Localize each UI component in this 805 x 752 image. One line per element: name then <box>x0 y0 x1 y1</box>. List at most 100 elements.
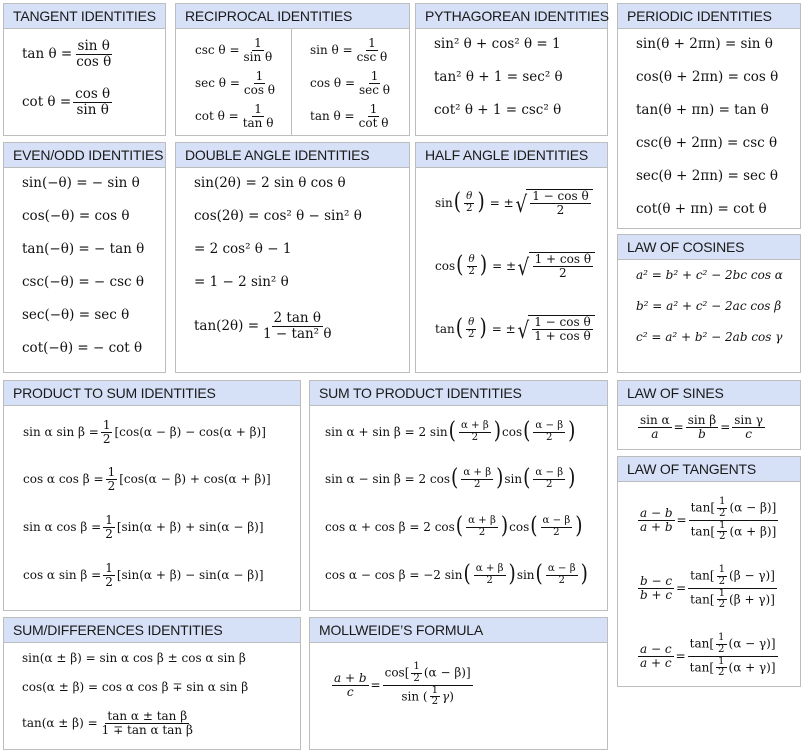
lhs: cos θ = <box>310 76 356 90</box>
numerator: α − β <box>533 466 566 480</box>
equation: sin(2θ) = 2 sin θ cos θ <box>194 175 346 191</box>
denominator: 2 <box>467 328 475 340</box>
equals-sign: = <box>673 420 684 434</box>
law-of-cosines-panel: LAW OF COSINES a² = b² + c² − 2bc cos α … <box>617 234 801 373</box>
denominator: sin θ <box>243 49 273 64</box>
equation: c² = a² + b² − 2ab cos γ <box>636 330 783 344</box>
equation: a + bc = cos[1 2 (α − β)] sin (1 2 γ) <box>332 661 473 708</box>
panel-title: MOLLWEIDE’S FORMULA <box>310 618 607 643</box>
numerator: 1 <box>252 35 264 51</box>
numerator: θ <box>464 190 475 204</box>
function: cos <box>384 665 405 680</box>
panel-title: EVEN/ODD IDENTITIES <box>4 143 165 168</box>
numerator: sin α <box>638 412 672 428</box>
equation: cos α + cos β = 2 cos (α + β 2) cos (α − … <box>325 512 583 539</box>
rhs: [cos(α − β) − cos(α + β)] <box>114 425 266 439</box>
denominator: 2 <box>102 431 111 446</box>
denominator: cos θ <box>76 53 112 70</box>
numerator: α + β <box>458 419 491 433</box>
half-angle-identities-panel: HALF ANGLE IDENTITIES sin (θ 2) = ± √ 1 − … <box>415 142 608 373</box>
denominator: c <box>745 426 752 441</box>
numerator: 1 − cos θ <box>532 315 593 330</box>
numerator: sin θ <box>75 38 112 55</box>
function: tan <box>690 592 710 607</box>
numerator: a − b <box>638 505 675 521</box>
denominator: cos θ <box>243 82 276 97</box>
equation: cot θ = cos θ sin θ <box>22 87 114 117</box>
lhs: sin α + sin β = 2 sin <box>325 425 448 439</box>
denominator: a + b <box>640 519 673 534</box>
law-of-tangents-panel: LAW OF TANGENTS a − ba + b = tan[1 2 (α − … <box>617 456 801 687</box>
periodic-identities-panel: PERIODIC IDENTITIES sin(θ + 2πn) = sin θ… <box>617 3 801 229</box>
equation: cos(2θ) = cos² θ − sin² θ <box>194 208 362 224</box>
equation: sec(−θ) = sec θ <box>22 307 130 323</box>
lhs: sec θ = <box>195 76 240 90</box>
denominator: a <box>651 426 659 441</box>
panel-title: PERIODIC IDENTITIES <box>618 4 800 29</box>
lhs: csc θ = <box>195 43 240 57</box>
equation: csc(θ + 2πn) = csc θ <box>636 135 778 151</box>
function: sin <box>435 196 453 210</box>
function: sin <box>504 472 523 486</box>
lhs: cot θ = <box>22 94 72 110</box>
denominator: 2 <box>105 574 113 589</box>
function: cos <box>502 425 523 439</box>
numerator: 1 <box>103 560 115 576</box>
function: tan <box>435 322 455 336</box>
function: tan <box>689 660 710 675</box>
lhs: sin α cos β = <box>23 520 102 534</box>
equation: cos (θ 2) = ± √ 1 + cos θ2 <box>435 243 596 289</box>
equation: sin α + sin β = 2 sin (α + β 2) cos (α − … <box>325 417 576 444</box>
denominator: 2 <box>478 526 486 538</box>
rhs: [cos(α − β) + cos(α + β)] <box>119 472 271 486</box>
double-angle-identities-panel: DOUBLE ANGLE IDENTITIES sin(2θ) = 2 sin … <box>175 142 410 373</box>
function: tan <box>690 500 711 515</box>
panel-title: LAW OF COSINES <box>618 235 800 260</box>
numerator: 2 tan θ <box>271 310 323 327</box>
numerator: 1 <box>100 417 113 433</box>
numerator: α − β <box>533 419 566 433</box>
panel-title: SUM TO PRODUCT IDENTITIES <box>310 381 607 406</box>
argument: (α + γ) <box>728 660 771 675</box>
equation: sin θ = 1 csc θ <box>310 35 391 65</box>
equals-sign: = <box>720 420 731 434</box>
equation: a² = b² + c² − 2bc cos α <box>636 268 783 282</box>
numerator: 1 <box>103 512 115 528</box>
equation: csc(−θ) = − csc θ <box>22 274 144 290</box>
equation: tan(θ + πn) = tan θ <box>636 102 769 118</box>
equation: a − ca + c = tan[1 2 (α − γ)] tan[1 2 (α + γ… <box>638 632 778 679</box>
denominator: 2 <box>553 526 560 538</box>
equation: tan (θ 2) = ± √ 1 − cos θ1 + cos θ <box>435 306 595 352</box>
numerator: 1 <box>366 35 378 51</box>
equation: tan θ = sin θ cos θ <box>22 39 115 69</box>
denominator: 2 <box>559 266 567 280</box>
square-root: √ 1 − cos θ2 <box>514 189 593 216</box>
argument: (α + β) <box>729 524 772 539</box>
denominator: 2 <box>486 574 493 586</box>
numerator: tan α ± tan β <box>105 708 190 724</box>
equation: sin² θ + cos² θ = 1 <box>434 36 561 52</box>
denominator: 2 <box>468 265 475 277</box>
equation: cos(−θ) = cos θ <box>22 208 130 224</box>
denominator: 2 <box>107 478 116 493</box>
reciprocal-identities-panel: RECIPROCAL IDENTITIES csc θ = 1 sin θ sec… <box>175 3 410 136</box>
equation: sin (θ 2) = ± √ 1 − cos θ2 <box>435 180 593 226</box>
numerator: sin γ <box>732 412 765 428</box>
equation: csc θ = 1 sin θ <box>195 35 276 65</box>
denominator: c <box>346 684 354 699</box>
numerator: 1 + cos θ <box>532 252 594 267</box>
lhs: sin α − sin β = 2 cos <box>325 472 451 486</box>
numerator: θ <box>466 316 477 330</box>
lhs: cos α + cos β = 2 cos <box>325 520 455 534</box>
numerator: θ <box>466 253 477 267</box>
denominator: 2 <box>105 526 113 541</box>
square-root: √ 1 − cos θ1 + cos θ <box>516 315 595 342</box>
equation: a − ba + b = tan[1 2 (α − β)] tan[1 2 (α + β… <box>638 496 779 543</box>
numerator: sin β <box>685 412 719 428</box>
denominator: 2 <box>471 431 479 443</box>
sum-to-product-identities-panel: SUM TO PRODUCT IDENTITIES sin α + sin β … <box>309 380 608 611</box>
numerator: a + b <box>332 670 369 686</box>
equation: sec θ = 1 cos θ <box>195 68 279 98</box>
sign: = ± <box>491 322 516 336</box>
denominator: 2 <box>718 575 726 587</box>
